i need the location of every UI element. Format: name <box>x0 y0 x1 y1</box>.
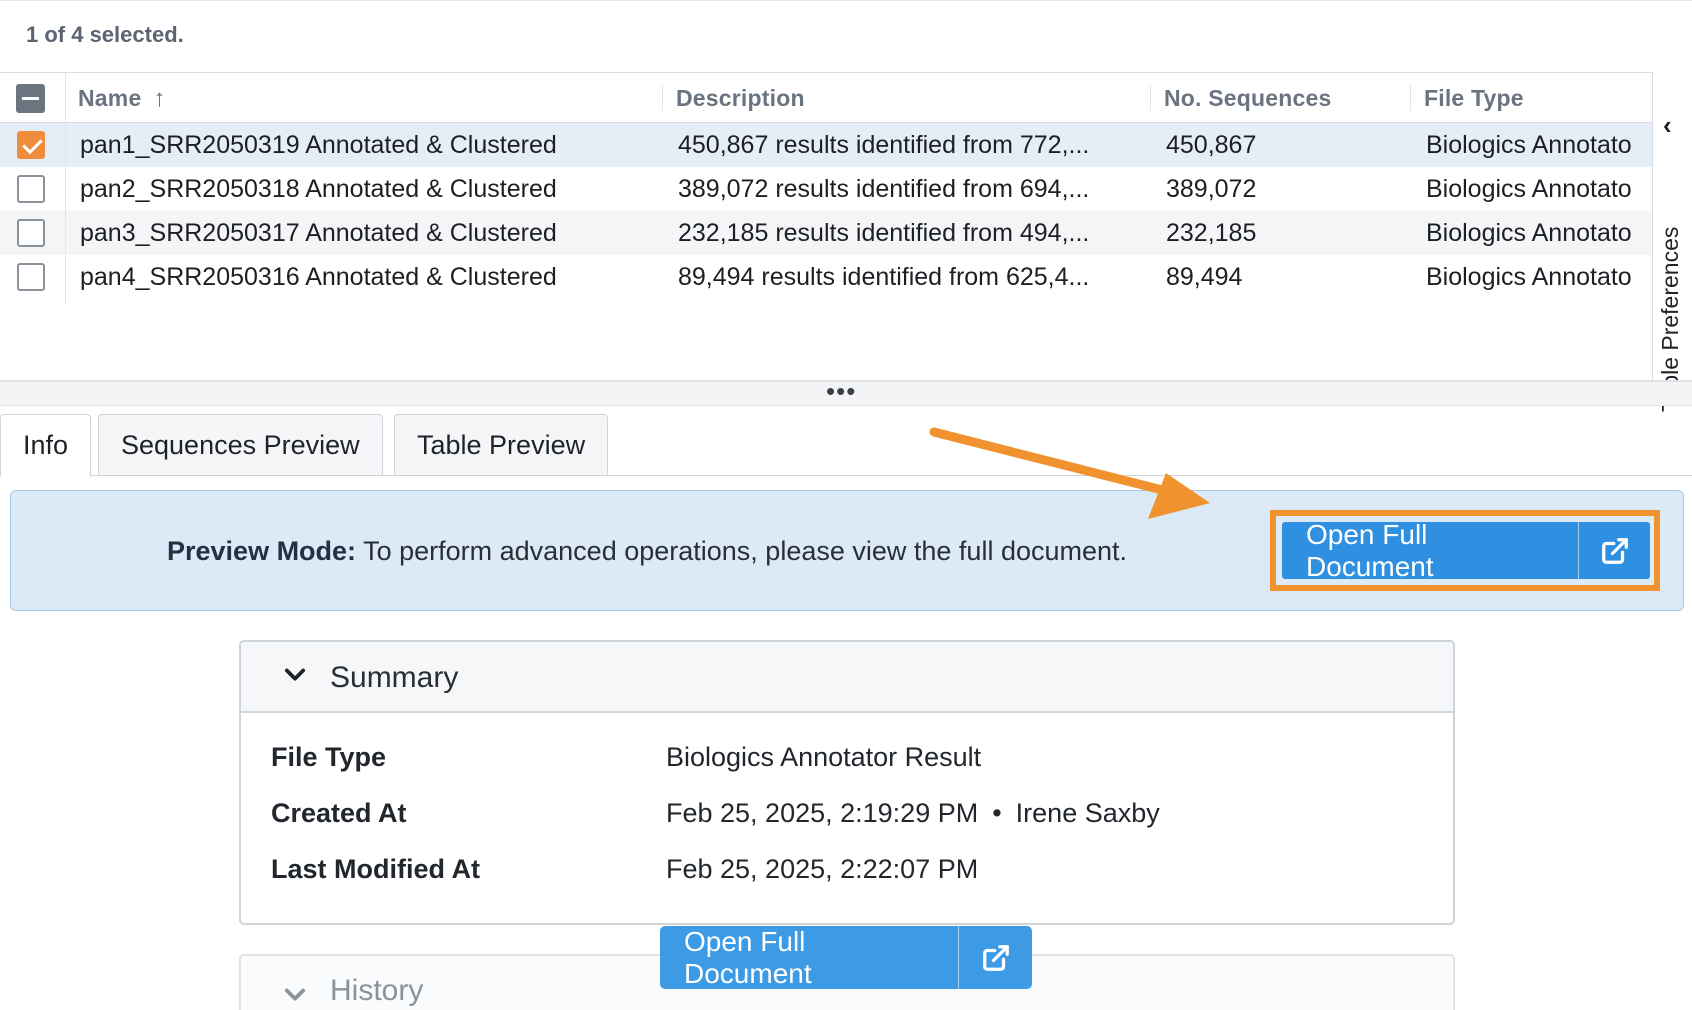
sort-up-icon: ↑ <box>153 85 166 112</box>
table-preferences-label: Table Preferences <box>1657 226 1683 412</box>
column-header-sequences[interactable]: No. Sequences <box>1164 73 1332 123</box>
created-by: Irene Saxby <box>1015 798 1160 828</box>
cell-name: pan3_SRR2050317 Annotated & Clustered <box>80 219 557 247</box>
chevron-down-icon <box>281 980 309 1010</box>
table-row[interactable]: pan1_SRR2050319 Annotated & Clustered 45… <box>0 123 1652 167</box>
cell-description: 450,867 results identified from 772,... <box>678 131 1090 159</box>
table-preferences-toggle[interactable]: ‹ Table Preferences <box>1652 72 1692 412</box>
drag-handle-dots: ••• <box>826 376 857 406</box>
column-separator[interactable] <box>1150 85 1151 111</box>
created-at-label: Created At <box>271 798 407 828</box>
cell-file-type: Biologics Annotato <box>1426 131 1632 159</box>
selection-status: 1 of 4 selected. <box>26 22 184 47</box>
row-checkbox[interactable] <box>17 131 45 159</box>
cell-description: 389,072 results identified from 694,... <box>678 175 1090 203</box>
cell-file-type: Biologics Annotato <box>1426 263 1632 291</box>
cell-file-type: Biologics Annotato <box>1426 175 1632 203</box>
created-at-value: Feb 25, 2025, 2:19:29 PM • Irene Saxby <box>666 798 1160 828</box>
cell-file-type: Biologics Annotato <box>1426 219 1632 247</box>
last-modified-value: Feb 25, 2025, 2:22:07 PM <box>666 854 979 884</box>
file-type-value: Biologics Annotator Result <box>666 742 982 772</box>
table-row[interactable]: pan3_SRR2050317 Annotated & Clustered 23… <box>0 211 1652 255</box>
row-checkbox[interactable] <box>17 219 45 247</box>
annotation-arrow <box>929 427 1210 519</box>
open-full-document-label: Open Full Document <box>1306 518 1434 582</box>
cell-name: pan1_SRR2050319 Annotated & Clustered <box>80 131 557 159</box>
row-checkbox[interactable] <box>17 263 45 291</box>
column-header-name[interactable]: Name ↑ <box>78 73 166 123</box>
cell-description: 232,185 results identified from 494,... <box>678 219 1090 247</box>
cell-sequences: 450,867 <box>1166 131 1257 159</box>
table-row[interactable]: pan4_SRR2050316 Annotated & Clustered 89… <box>0 255 1652 299</box>
row-checkbox[interactable] <box>17 175 45 203</box>
column-header-file-type[interactable]: File Type <box>1424 73 1524 123</box>
column-separator[interactable] <box>662 85 663 111</box>
history-title: History <box>330 974 424 1007</box>
open-full-document-label: Open Full Document <box>684 925 812 989</box>
cell-sequences: 389,072 <box>1166 175 1257 203</box>
file-type-label: File Type <box>271 742 387 772</box>
cell-name: pan4_SRR2050316 Annotated & Clustered <box>80 263 557 291</box>
cell-description: 89,494 results identified from 625,4... <box>678 263 1090 291</box>
summary-panel: Summary File Type Biologics Annotator Re… <box>239 640 1455 925</box>
preview-tabs: Info Sequences Preview Table Preview <box>0 414 1692 477</box>
last-modified-label: Last Modified At <box>271 854 480 884</box>
top-divider <box>0 0 1692 1</box>
external-link-icon[interactable] <box>958 926 1032 989</box>
summary-title: Summary <box>330 661 459 694</box>
column-separator[interactable] <box>1410 85 1411 111</box>
table-header: Name ↑ Description No. Sequences File Typ… <box>0 73 1652 123</box>
tab-table-preview[interactable]: Table Preview <box>394 414 609 476</box>
documents-table: Name ↑ Description No. Sequences File Typ… <box>0 72 1652 380</box>
cell-sequences: 232,185 <box>1166 219 1257 247</box>
select-all-checkbox[interactable] <box>16 84 45 113</box>
open-full-document-button[interactable]: Open Full Document <box>1282 518 1650 582</box>
column-header-description[interactable]: Description <box>676 73 805 123</box>
external-link-icon[interactable] <box>1578 522 1650 579</box>
floating-open-full-document-button[interactable]: Open Full Document <box>660 926 1032 989</box>
tab-info[interactable]: Info <box>0 414 92 477</box>
cell-sequences: 89,494 <box>1166 263 1243 291</box>
checkbox-column-divider <box>65 73 66 305</box>
table-row[interactable]: pan2_SRR2050318 Annotated & Clustered 38… <box>0 167 1652 211</box>
chevron-down-icon <box>281 660 309 693</box>
cell-name: pan2_SRR2050318 Annotated & Clustered <box>80 175 557 203</box>
tab-sequences-preview[interactable]: Sequences Preview <box>98 414 383 476</box>
chevron-left-icon: ‹ <box>1663 110 1672 140</box>
panel-resize-handle[interactable]: ••• <box>0 376 1692 406</box>
summary-header[interactable]: Summary <box>241 642 1453 713</box>
